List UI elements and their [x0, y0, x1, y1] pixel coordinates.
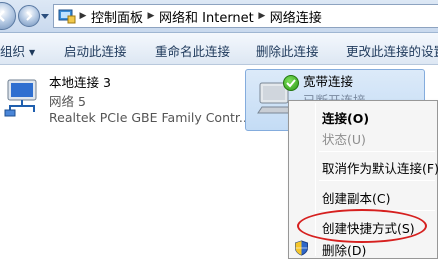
menu-item-label: 状态(U) — [322, 132, 366, 147]
menu-item-cancel-default[interactable]: 取消作为默认连接(F) — [289, 155, 438, 177]
connection-name: 本地连接 3 — [49, 75, 111, 90]
context-menu: 连接(O) 状态(U) 取消作为默认连接(F) 创建副本(C) 创建快捷方式(S… — [288, 100, 438, 259]
forward-button[interactable] — [18, 5, 40, 27]
menu-item-status[interactable]: 状态(U) — [289, 126, 438, 148]
connected-check-icon — [283, 75, 299, 91]
recent-pages-dropdown[interactable] — [40, 11, 50, 21]
menu-item-create-copy[interactable]: 创建副本(C) — [289, 185, 438, 207]
connection-adapter: Realtek PCIe GBE Family Contr... — [49, 110, 251, 125]
breadcrumb-separator[interactable]: ▶ — [144, 11, 158, 21]
menu-separator — [319, 210, 435, 211]
connection-name: 宽带连接 — [303, 74, 354, 89]
menu-separator — [319, 151, 435, 152]
breadcrumb-separator[interactable]: ▶ — [76, 11, 90, 21]
arrow-left-icon — [0, 10, 5, 22]
connection-network: 网络 5 — [49, 94, 86, 109]
breadcrumb-network-connections[interactable]: 网络连接 — [269, 7, 323, 26]
start-connection-button[interactable]: 启动此连接 — [64, 41, 127, 60]
menu-item-label: 创建快捷方式(S) — [322, 221, 415, 236]
breadcrumb-network-internet[interactable]: 网络和 Internet — [158, 7, 255, 26]
connection-item-local[interactable]: 本地连接 3 网络 5 Realtek PCIe GBE Family Cont… — [0, 68, 251, 134]
menu-item-label: 创建副本(C) — [322, 191, 391, 206]
rename-connection-button[interactable]: 重命名此连接 — [155, 41, 230, 60]
command-bar: 组织 ▼ 启动此连接 重命名此连接 删除此连接 更改此连接的设置 — [0, 33, 438, 65]
address-field[interactable]: ▶ 控制面板 ▶ 网络和 Internet ▶ 网络连接 — [53, 4, 438, 28]
menu-item-create-shortcut[interactable]: 创建快捷方式(S) — [289, 215, 438, 237]
menu-item-label: 连接(O) — [322, 111, 370, 126]
breadcrumb-separator[interactable]: ▶ — [255, 11, 269, 21]
breadcrumb-control-panel[interactable]: 控制面板 — [90, 7, 144, 26]
menu-item-label: 删除(D) — [322, 243, 367, 258]
address-bar: ▶ 控制面板 ▶ 网络和 Internet ▶ 网络连接 — [0, 0, 438, 33]
uac-shield-icon — [295, 240, 308, 256]
menu-item-label: 取消作为默认连接(F) — [322, 161, 438, 176]
change-settings-button[interactable]: 更改此连接的设置 — [346, 41, 438, 60]
menu-item-delete[interactable]: 删除(D) — [289, 237, 438, 259]
back-button[interactable] — [0, 2, 16, 30]
menu-separator — [319, 180, 435, 181]
organize-label: 组织 — [0, 44, 26, 59]
delete-connection-button[interactable]: 删除此连接 — [256, 41, 319, 60]
control-panel-icon — [58, 9, 76, 24]
menu-item-connect[interactable]: 连接(O) — [289, 105, 438, 127]
arrow-right-icon — [26, 11, 33, 21]
organize-menu[interactable]: 组织 ▼ — [0, 41, 35, 60]
network-adapter-icon — [4, 79, 37, 117]
chevron-down-icon: ▼ — [29, 48, 36, 57]
